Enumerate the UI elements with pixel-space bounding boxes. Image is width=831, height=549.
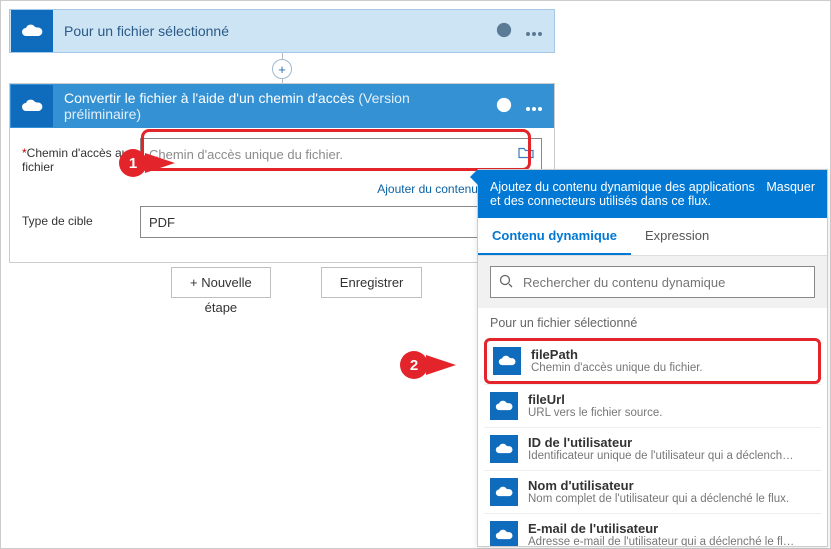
footer-buttons: + Nouvelle étape Enregistrer: [171, 267, 422, 315]
dc-item-useremail[interactable]: E-mail de l'utilisateur Adresse e-mail d…: [484, 513, 821, 546]
onedrive-icon: [11, 85, 53, 127]
tab-dynamic-content[interactable]: Contenu dynamique: [478, 218, 631, 255]
onedrive-icon: [493, 347, 521, 375]
trigger-card[interactable]: Pour un fichier sélectionné: [9, 9, 555, 53]
add-step-button[interactable]: +: [272, 59, 292, 79]
dc-item-fileurl[interactable]: fileUrl URL vers le fichier source.: [484, 384, 821, 427]
panel-pointer-icon: [470, 169, 478, 185]
action-header[interactable]: Convertir le fichier à l'aide d'un chemi…: [10, 84, 554, 128]
help-icon[interactable]: [496, 97, 512, 116]
more-icon[interactable]: [526, 24, 542, 39]
more-icon[interactable]: [526, 99, 542, 114]
hide-panel-link[interactable]: Masquer: [766, 180, 815, 208]
action-title: Convertir le fichier à l'aide d'un chemi…: [54, 90, 496, 122]
dynamic-content-list: filePath Chemin d'accès unique du fichie…: [478, 338, 827, 546]
help-icon[interactable]: [496, 22, 512, 41]
callout-2: 2: [400, 351, 428, 379]
onedrive-icon: [11, 10, 53, 52]
dynamic-content-panel: Ajoutez du contenu dynamique des applica…: [477, 169, 828, 547]
dynamic-content-tabs: Contenu dynamique Expression: [478, 218, 827, 256]
trigger-title: Pour un fichier sélectionné: [54, 23, 496, 39]
folder-picker-icon[interactable]: [518, 146, 534, 163]
onedrive-icon: [490, 435, 518, 463]
dynamic-content-banner: Ajoutez du contenu dynamique des applica…: [478, 170, 827, 218]
dc-item-userid[interactable]: ID de l'utilisateur Identificateur uniqu…: [484, 427, 821, 470]
onedrive-icon: [490, 478, 518, 506]
dynamic-content-search[interactable]: [490, 266, 815, 298]
dc-item-username[interactable]: Nom d'utilisateur Nom complet de l'utili…: [484, 470, 821, 513]
target-type-label: Type de cible: [22, 206, 140, 228]
dynamic-content-search-input[interactable]: [521, 274, 806, 291]
onedrive-icon: [490, 521, 518, 546]
search-icon: [499, 274, 513, 291]
add-dynamic-content-link[interactable]: Ajouter du contenu dynamique: [22, 182, 540, 196]
callout-1: 1: [119, 149, 147, 177]
dynamic-content-section-title: Pour un fichier sélectionné: [478, 308, 827, 338]
onedrive-icon: [490, 392, 518, 420]
file-path-input[interactable]: [140, 138, 542, 170]
new-step-button[interactable]: + Nouvelle étape: [171, 267, 271, 315]
dc-item-filepath[interactable]: filePath Chemin d'accès unique du fichie…: [484, 338, 821, 384]
save-button[interactable]: Enregistrer: [321, 267, 423, 315]
tab-expression[interactable]: Expression: [631, 218, 723, 255]
